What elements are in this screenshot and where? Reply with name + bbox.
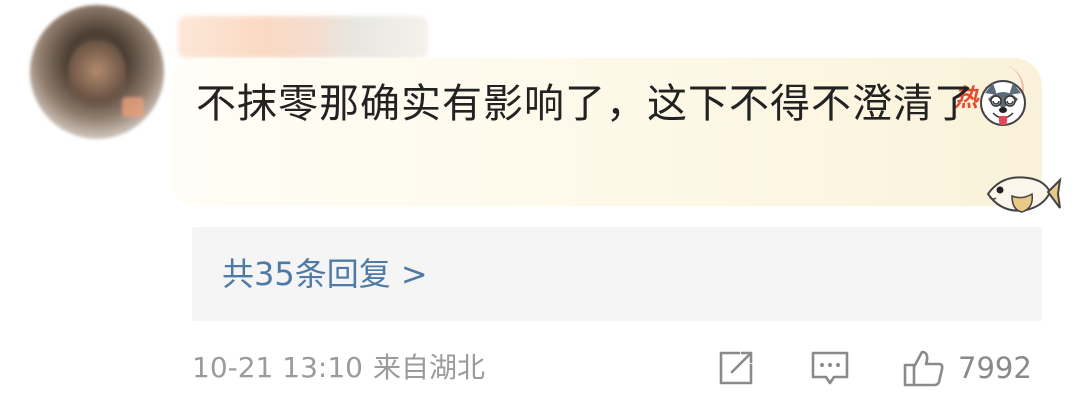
husky-dog-tongue-emoji xyxy=(980,80,1026,126)
comment-meta: 10-21 13:10 来自湖北 xyxy=(192,350,485,386)
timestamp: 10-21 13:10 xyxy=(192,351,363,384)
comment-body: 不抹零那确实有影响了，这下不得不澄清了 xyxy=(196,81,975,127)
share-icon[interactable] xyxy=(716,348,756,388)
thumbs-up-icon[interactable] xyxy=(902,348,946,388)
avatar-accent xyxy=(122,97,144,117)
comment-icon[interactable] xyxy=(808,348,852,388)
comment-text: 不抹零那确实有影响了，这下不得不澄清了 xyxy=(196,76,1036,132)
view-replies-link[interactable]: 共35条回复 > xyxy=(222,254,428,294)
location: 来自湖北 xyxy=(372,351,485,384)
avatar[interactable] xyxy=(30,5,164,139)
username-blurred[interactable] xyxy=(178,16,428,58)
avatar-face xyxy=(68,41,126,107)
fish-sticker-icon xyxy=(986,176,1062,213)
reply-summary-box[interactable]: 共35条回复 > xyxy=(192,227,1042,321)
like-count: 7992 xyxy=(958,351,1032,385)
